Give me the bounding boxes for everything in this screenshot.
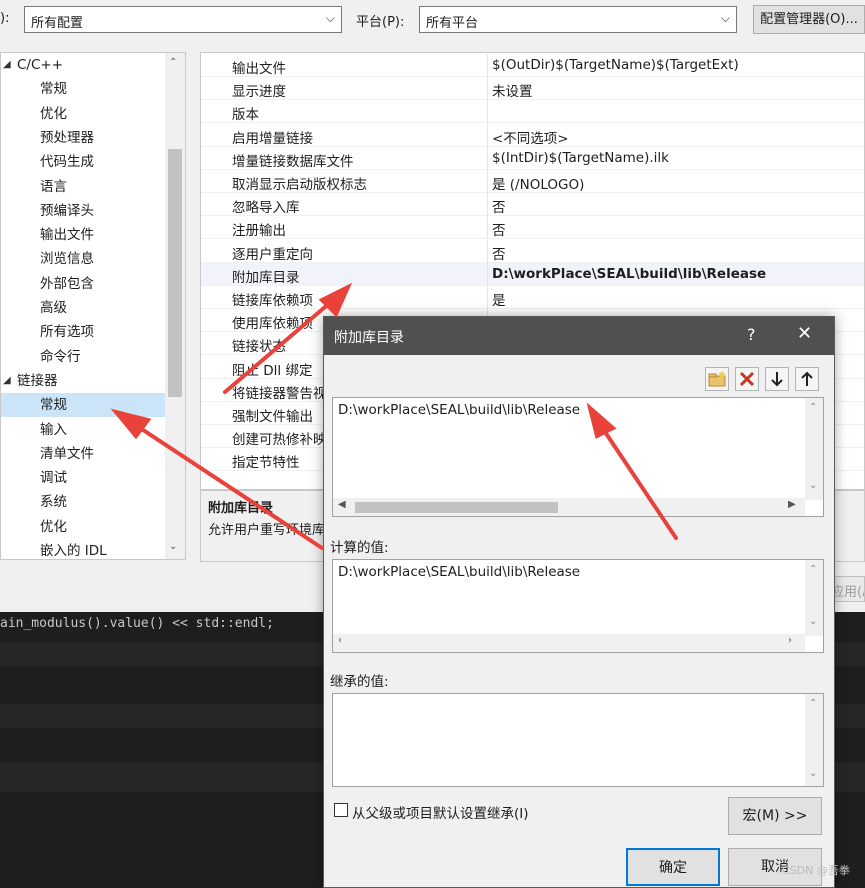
annotation-arrow-entry <box>595 418 678 540</box>
annotation-arrowhead <box>318 282 353 318</box>
annotation-arrows <box>110 282 678 550</box>
annotation-arrow-grid <box>223 294 340 394</box>
watermark: CSDN @吾拳 <box>782 864 850 877</box>
annotation-arrow-tree <box>126 418 324 550</box>
annotation-arrowhead <box>586 402 617 439</box>
